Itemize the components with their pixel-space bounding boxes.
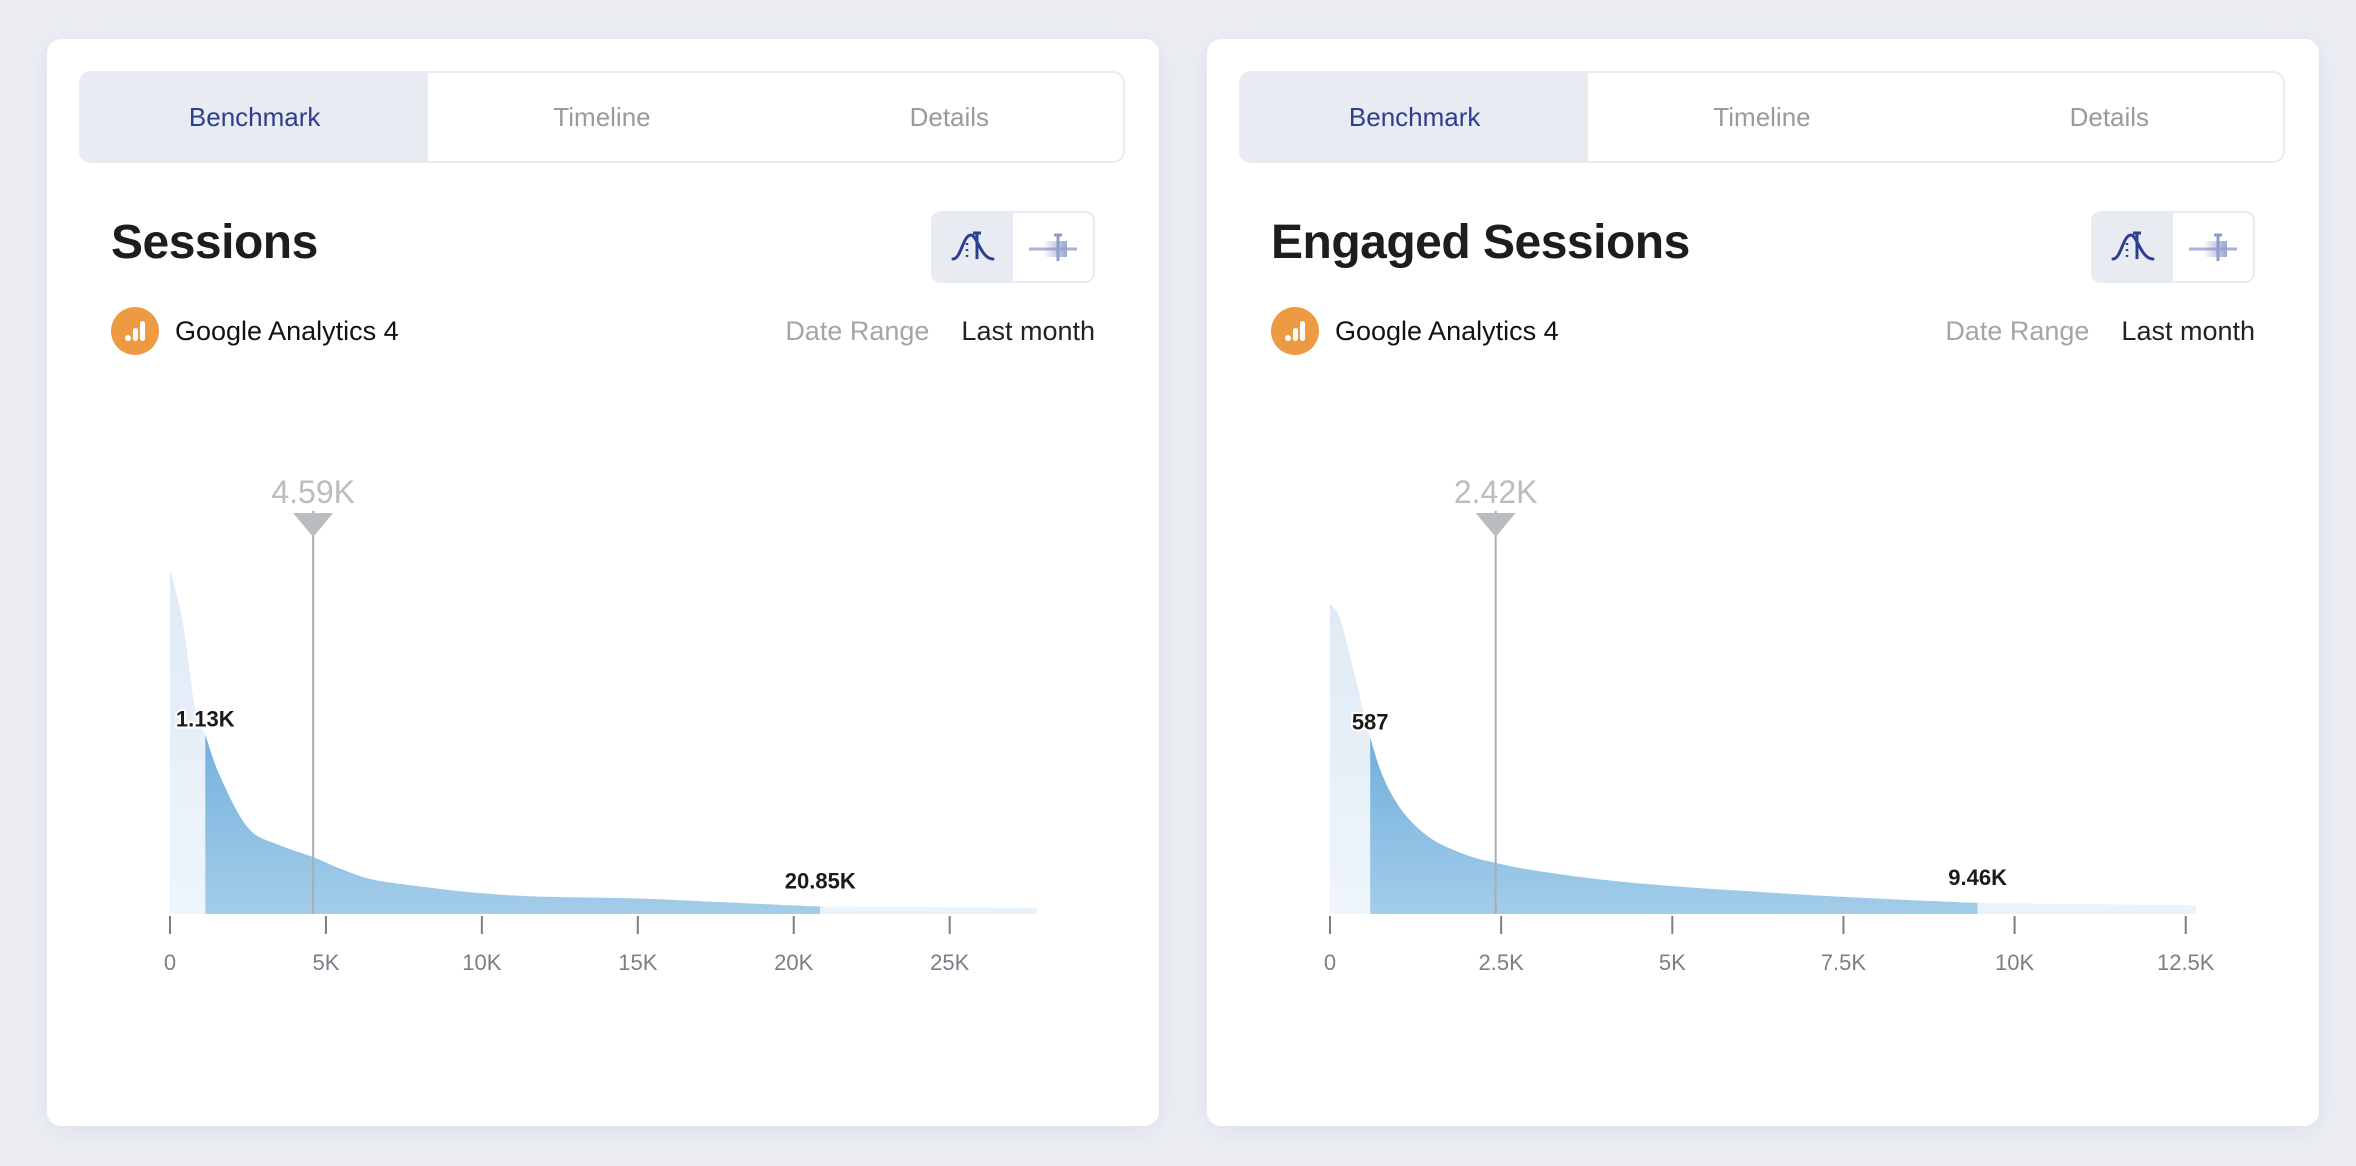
density-area-middle [205, 734, 821, 914]
distribution-chart: 0 2.5K 5K 7.5K 10K 12.5K 2.42K 587 9.46K [1207, 439, 2319, 999]
chart-title: Engaged Sessions [1271, 216, 1690, 269]
engaged-sessions-card: Benchmark Timeline Details Engaged Sessi… [1207, 39, 2319, 1126]
x-tick-label: 2.5K [1479, 950, 1525, 975]
x-tick-label: 20K [774, 950, 813, 975]
source-row: Google Analytics 4 Date Range Last month [111, 306, 1095, 356]
x-tick-label: 25K [930, 950, 969, 975]
x-tick-label: 5K [1659, 950, 1686, 975]
percentile-low-label: 587 [1352, 709, 1389, 734]
distribution-chart-svg: 0 5K 10K 15K 20K 25K 4.59K 1.13K 20.85K [164, 474, 1037, 975]
google-analytics-icon [111, 307, 159, 355]
x-tick-label: 10K [462, 950, 501, 975]
x-tick-label: 5K [312, 950, 339, 975]
distribution-view-button[interactable] [2093, 213, 2173, 281]
x-tick-label: 10K [1995, 950, 2034, 975]
view-toggle [931, 211, 1095, 283]
distribution-view-button[interactable] [933, 213, 1013, 281]
tab-details[interactable]: Details [1936, 73, 2283, 161]
density-area-middle [1370, 737, 1978, 914]
google-analytics-icon [1271, 307, 1319, 355]
x-tick-label: 12.5K [2157, 950, 2215, 975]
tab-benchmark[interactable]: Benchmark [81, 73, 429, 161]
distribution-chart: 0 5K 10K 15K 20K 25K 4.59K 1.13K 20.85K [47, 439, 1159, 999]
source-name: Google Analytics 4 [175, 315, 399, 346]
distribution-curve-icon [951, 231, 995, 261]
sessions-card: Benchmark Timeline Details Sessions Goog… [47, 39, 1159, 1126]
median-label: 4.59K [271, 474, 355, 510]
x-tick-label: 0 [1324, 950, 1336, 975]
tab-benchmark[interactable]: Benchmark [1241, 73, 1589, 161]
view-toggle [2091, 211, 2255, 283]
x-tick-label: 7.5K [1821, 950, 1867, 975]
median-label: 2.42K [1454, 474, 1538, 510]
percentile-low-label: 1.13K [176, 707, 235, 732]
date-range-label: Date Range [785, 315, 930, 346]
box-plot-icon [2189, 233, 2237, 261]
source-name: Google Analytics 4 [1335, 315, 1559, 346]
card-tabs: Benchmark Timeline Details [1239, 71, 2285, 163]
median-marker-icon [1475, 513, 1516, 537]
chart-title: Sessions [111, 216, 318, 269]
source-row: Google Analytics 4 Date Range Last month [1271, 306, 2255, 356]
tab-timeline[interactable]: Timeline [1588, 73, 1935, 161]
distribution-curve-icon [2111, 231, 2155, 261]
box-plot-icon [1029, 233, 1077, 261]
boxplot-view-button[interactable] [1013, 213, 1093, 281]
date-range-label: Date Range [1945, 315, 2090, 346]
percentile-high-label: 20.85K [785, 868, 856, 893]
percentile-high-label: 9.46K [1948, 865, 2007, 890]
x-tick-label: 15K [618, 950, 657, 975]
card-tabs: Benchmark Timeline Details [79, 71, 1125, 163]
tab-timeline[interactable]: Timeline [428, 73, 775, 161]
x-tick-label: 0 [164, 950, 176, 975]
boxplot-view-button[interactable] [2173, 213, 2253, 281]
date-range-value[interactable]: Last month [961, 316, 1095, 347]
date-range-value[interactable]: Last month [2121, 316, 2255, 347]
tab-details[interactable]: Details [776, 73, 1123, 161]
median-marker-icon [293, 513, 334, 537]
distribution-chart-svg: 0 2.5K 5K 7.5K 10K 12.5K 2.42K 587 9.46K [1324, 474, 2215, 975]
